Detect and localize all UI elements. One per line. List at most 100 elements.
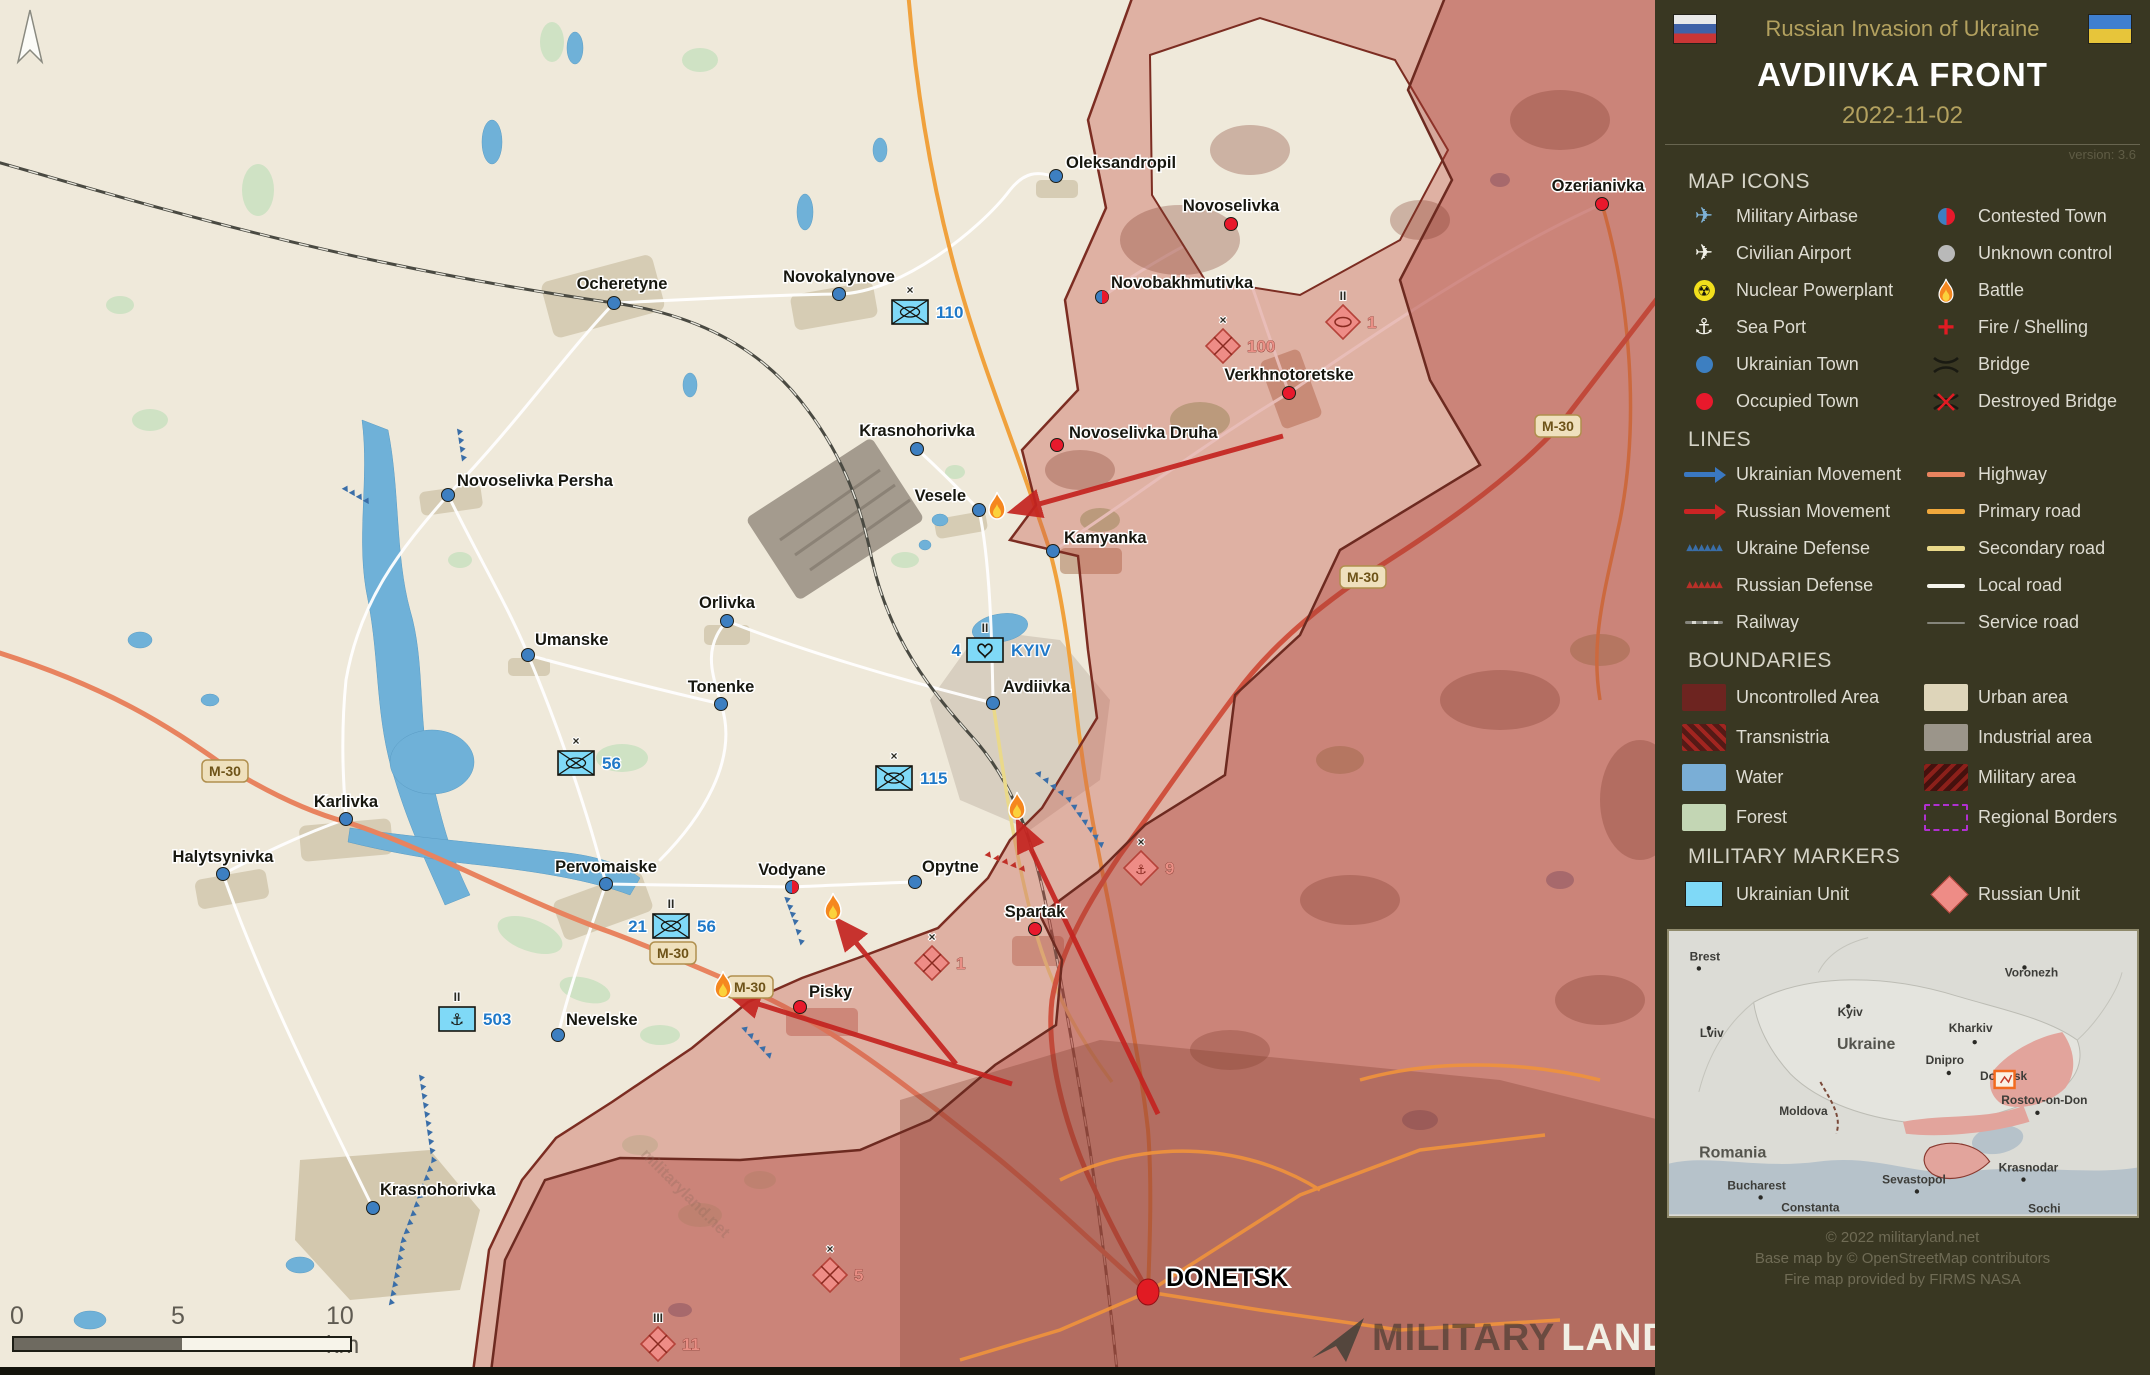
road-shield-label: M-30 [657,945,689,961]
town-marker [909,876,922,889]
credit-line: Fire map provided by FIRMS NASA [1655,1269,2150,1290]
legend-item-ukrainian-movement: Ukrainian Movement [1681,456,1923,493]
legend-item-label: Local road [1978,575,2062,596]
road-shield: M-30 [1340,566,1386,588]
town-label: Novokalynove [783,268,895,286]
town-marker [522,649,535,662]
legend-item-label: Primary road [1978,501,2081,522]
unknown-control-icon [1923,239,1969,269]
minimap-city-dot [1914,1189,1918,1193]
minimap-label: Voronezh [2004,965,2058,979]
town-label: Krasnohorivka [380,1181,496,1199]
legend-item-label: Civilian Airport [1736,243,1851,264]
town-marker [833,288,846,301]
town-marker [442,489,455,502]
legend-item-transnistria: Transnistria [1681,717,1923,757]
primary-road-icon [1923,497,1969,527]
military-markers-heading: MILITARY MARKERS [1688,845,2150,869]
map-series-title: Russian Invasion of Ukraine [1756,16,2050,42]
road-shield-label: M-30 [209,763,241,779]
town-label: Avdiivka [1003,678,1071,696]
legend-item-ukrainian-unit: Ukrainian Unit [1681,873,1923,915]
unit-number-label: KYIV [1011,641,1051,660]
minimap-label: Sochi [2028,1201,2061,1215]
legend-item-label: Fire / Shelling [1978,317,2088,338]
town-marker [367,1202,380,1215]
ukrainian-movement-icon [1681,460,1727,490]
unit-echelon: × [928,930,935,944]
legend-item-russian-defense: ▲▲▲▲▲▲Russian Defense [1681,567,1923,604]
town-marker [1225,218,1238,231]
scale-5: 5 [171,1302,185,1331]
town-label: Oleksandropil [1066,154,1176,172]
town-label: Verkhnotoretske [1224,366,1353,384]
town-marker [1596,198,1609,211]
town-label: Novoselivka Druha [1069,424,1218,442]
minimap-city-dot [1946,1071,1950,1075]
unit-number-label: 4 [952,641,962,660]
ukrainian-unit-icon [1681,879,1727,909]
road-shield: M-30 [650,942,696,964]
legend-item-uncontrolled-area: Uncontrolled Area [1681,677,1923,717]
lines: LINES Ukrainian Movement Russian Movement ▲… [1655,428,2150,641]
forest-icon [1681,802,1727,832]
legend-item-label: Forest [1736,807,1787,828]
legend-item-destroyed-bridge: Destroyed Bridge [1923,383,2150,420]
town-label: Novoselivka Persha [457,472,614,490]
legend-item-occupied-town: Occupied Town [1681,383,1923,420]
unit-number-label: 11 [682,1335,700,1354]
town-label: Umanske [535,631,608,649]
sidebar: Russian Invasion of Ukraine AVDIIVKA FRO… [1655,0,2150,1375]
town-label: Ocheretyne [577,275,668,293]
map-icons: MAP ICONS✈Military Airbase✈Civilian Airp… [1655,170,2150,420]
legend-item-contested-town: Contested Town [1923,198,2150,235]
legend-item-label: Nuclear Powerplant [1736,280,1893,301]
local-road-icon [1923,571,1969,601]
ukrainian-town-icon [1681,350,1727,380]
credit-line: Base map by © OpenStreetMap contributors [1655,1248,2150,1269]
version-label: version: 3.6 [1655,147,2136,162]
legend-item-civilian-airport: ✈Civilian Airport [1681,235,1923,272]
town-marker [1051,439,1064,452]
lines-heading: LINES [1688,428,2150,452]
minimap-city-dot [1972,1040,1976,1044]
minimap-label: Ukraine [1836,1036,1895,1053]
road-shield-label: M-30 [734,979,766,995]
legend-item-secondary-road: Secondary road [1923,530,2150,567]
road-shield: M-30 [727,976,773,998]
industrial-area-icon [1923,722,1969,752]
legend-item-label: Ukrainian Town [1736,354,1859,375]
town-label: Pisky [809,983,853,1001]
ukraine-flag-icon [2088,14,2132,44]
legend-item-regional-borders: Regional Borders [1923,797,2150,837]
avdiivka-front-infographic: militaryland.net M-30M-30M-30M-30M-30 ×1… [0,0,2150,1375]
legend-item-railway: Railway [1681,604,1923,641]
minimap-label: Krasnodar [1998,1161,2058,1175]
unit-echelon: × [906,283,913,297]
military-markers: MILITARY MARKERSUkrainian UnitRussian Un… [1655,845,2150,915]
unit-echelon: II [454,990,461,1004]
legend-item-label: Regional Borders [1978,807,2117,828]
unit-echelon: × [890,749,897,763]
service-road-icon [1923,608,1969,638]
town-label: Tonenke [688,678,755,696]
nuclear-powerplant-icon: ☢ [1681,276,1727,306]
russian-defense-icon: ▲▲▲▲▲▲ [1681,571,1727,601]
legend-item-label: Battle [1978,280,2024,301]
unit-echelon: × [1219,313,1226,327]
legend-item-water: Water [1681,757,1923,797]
unit-number-label: 1 [956,954,965,973]
legend-item-label: Service road [1978,612,2079,633]
legend-item-unknown-control: Unknown control [1923,235,2150,272]
watermark: MILITARY LAND [1308,1312,1671,1364]
legend-item-nuclear-powerplant: ☢ Nuclear Powerplant [1681,272,1923,309]
minimap-label: Bucharest [1727,1179,1785,1193]
legend: MAP ICONS✈Military Airbase✈Civilian Airp… [1655,170,2150,915]
legend-item-label: Bridge [1978,354,2030,375]
urban-area-icon [1923,682,1969,712]
legend-item-label: Russian Movement [1736,501,1890,522]
minimap-label: Brest [1689,949,1720,963]
legend-item-forest: Forest [1681,797,1923,837]
unit-number-label: 1 [1367,313,1376,332]
legend-item-label: Ukrainian Unit [1736,884,1849,905]
